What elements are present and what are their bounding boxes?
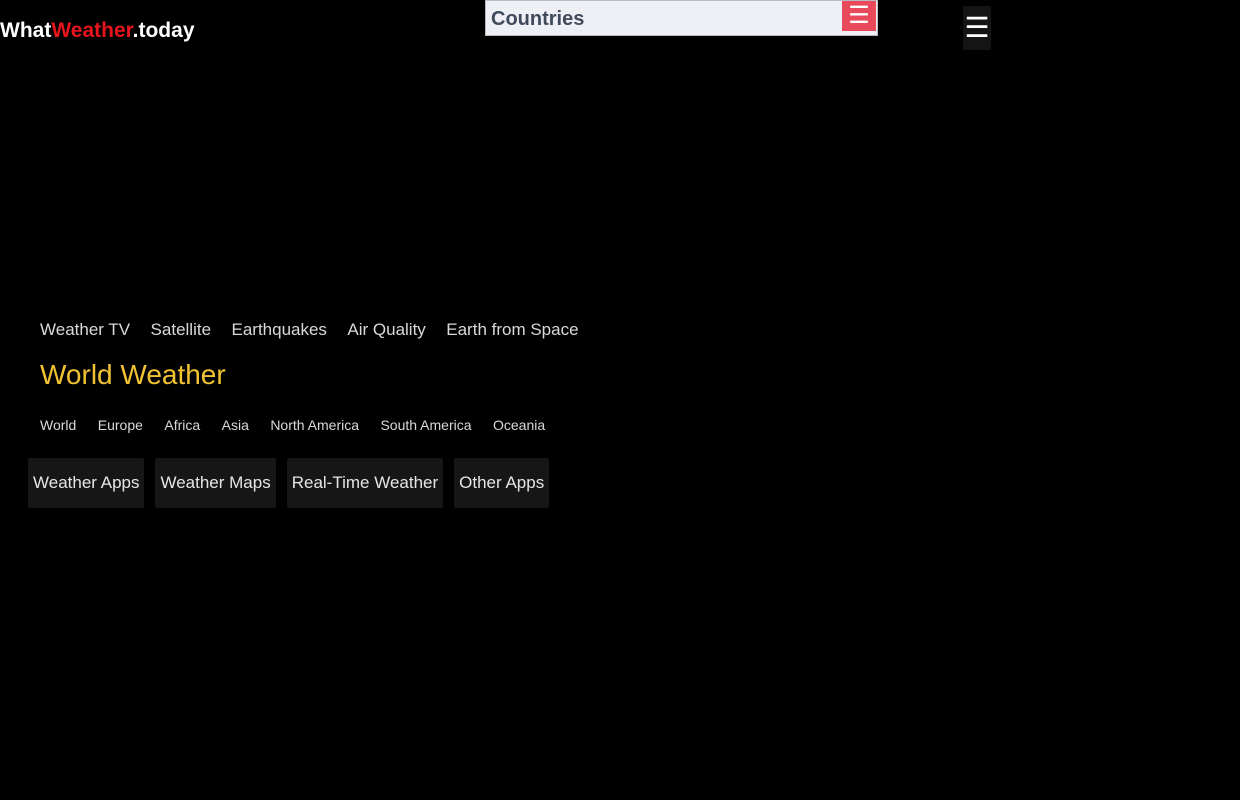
nav-link-earthquakes[interactable]: Earthquakes (231, 320, 326, 339)
nav-link-weather-tv[interactable]: Weather TV (40, 320, 130, 339)
nav-link-earth-from-space[interactable]: Earth from Space (446, 320, 578, 339)
apps-buttons: Weather Apps Weather Maps Real-Time Weat… (28, 458, 550, 508)
main-menu-button[interactable]: ☰ (963, 6, 991, 50)
nav-link-air-quality[interactable]: Air Quality (347, 320, 425, 339)
region-link-south-america[interactable]: South America (380, 417, 471, 433)
region-link-africa[interactable]: Africa (164, 417, 200, 433)
region-link-oceania[interactable]: Oceania (493, 417, 545, 433)
hamburger-icon[interactable]: ☰ (842, 1, 876, 31)
tools-nav: Weather TV Satellite Earthquakes Air Qua… (40, 320, 595, 340)
nav-link-satellite[interactable]: Satellite (151, 320, 211, 339)
regions-nav: World Europe Africa Asia North America S… (40, 417, 562, 435)
weather-apps-button[interactable]: Weather Apps (28, 458, 145, 508)
logo-part-today: .today (132, 19, 195, 42)
countries-label: Countries (491, 8, 585, 30)
section-title: World Weather (40, 359, 226, 390)
site-logo[interactable]: WhatWeather.today (0, 17, 195, 45)
page: WhatWeather.today Countries ☰ ☰ Weather … (0, 0, 1240, 800)
hamburger-icon: ☰ (964, 12, 990, 43)
logo-part-what: What (0, 19, 52, 42)
region-link-north-america[interactable]: North America (270, 417, 359, 433)
region-link-europe[interactable]: Europe (98, 417, 143, 433)
real-time-weather-button[interactable]: Real-Time Weather (286, 458, 444, 508)
countries-dropdown[interactable]: Countries ☰ (485, 0, 878, 36)
region-link-world[interactable]: World (40, 417, 76, 433)
other-apps-button[interactable]: Other Apps (454, 458, 550, 508)
weather-maps-button[interactable]: Weather Maps (155, 458, 276, 508)
region-link-asia[interactable]: Asia (222, 417, 249, 433)
logo-part-weather: Weather (51, 19, 133, 42)
